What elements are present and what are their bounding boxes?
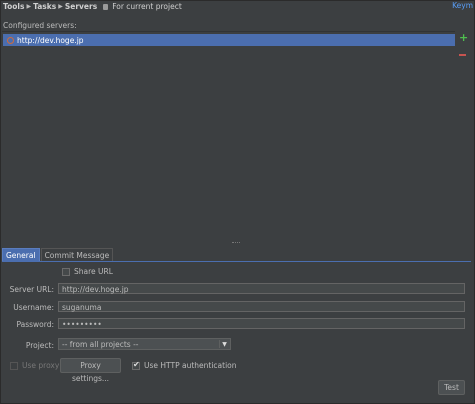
breadcrumb: Tools ▶ Tasks ▶ Servers For current proj… xyxy=(3,1,182,12)
use-proxy-label: Use proxy xyxy=(22,361,60,370)
username-label: Username: xyxy=(13,303,54,312)
share-url-label: Share URL xyxy=(74,267,113,276)
dropdown-arrow-icon: ▼ xyxy=(219,340,229,348)
username-field[interactable]: suganuma xyxy=(58,301,465,312)
chevron-right-icon: ▶ xyxy=(26,3,32,10)
server-url-field[interactable]: http://dev.hoge.jp xyxy=(58,283,465,294)
server-url-label: Server URL: xyxy=(9,285,54,294)
server-list-item[interactable]: http://dev.hoge.jp xyxy=(3,34,455,46)
breadcrumb-servers: Servers xyxy=(64,2,98,11)
redmine-server-icon xyxy=(7,36,14,44)
splitter-grip-icon xyxy=(232,242,240,245)
configured-servers-label: Configured servers: xyxy=(3,21,77,30)
tab-commit-message[interactable]: Commit Message xyxy=(40,248,114,261)
project-file-icon xyxy=(103,3,109,10)
breadcrumb-tools: Tools xyxy=(3,2,25,11)
chevron-right-icon: ▶ xyxy=(58,3,63,10)
use-http-auth-checkbox[interactable] xyxy=(132,360,140,370)
server-item-url: http://dev.hoge.jp xyxy=(17,35,84,45)
breadcrumb-tasks: Tasks xyxy=(33,2,57,11)
use-http-auth-label: Use HTTP authentication xyxy=(144,361,237,370)
panel-splitter[interactable] xyxy=(0,241,473,245)
minus-icon xyxy=(459,54,466,56)
add-server-button[interactable]: + xyxy=(459,31,469,44)
project-label: Project: xyxy=(25,341,54,350)
proxy-settings-button[interactable]: Proxy settings... xyxy=(60,358,121,383)
tab-general[interactable]: General xyxy=(2,248,40,261)
password-field[interactable]: ••••••••• xyxy=(58,318,465,329)
tab-divider xyxy=(2,261,471,262)
project-select-value: -- from all projects -- xyxy=(62,340,139,349)
test-button[interactable]: Test xyxy=(438,380,465,395)
password-label: Password: xyxy=(16,320,54,329)
remove-server-button[interactable] xyxy=(459,53,467,57)
server-list[interactable]: http://dev.hoge.jp xyxy=(2,31,455,242)
project-scope-note: For current project xyxy=(103,2,182,11)
keymap-link[interactable]: Keym xyxy=(452,1,473,10)
project-scope-label: For current project xyxy=(112,2,182,11)
plus-icon: + xyxy=(459,31,469,44)
share-url-checkbox[interactable] xyxy=(62,268,70,276)
use-proxy-checkbox[interactable] xyxy=(10,362,18,370)
settings-tabs: General Commit Message xyxy=(2,248,114,261)
project-select[interactable]: -- from all projects -- ▼ xyxy=(58,338,231,350)
